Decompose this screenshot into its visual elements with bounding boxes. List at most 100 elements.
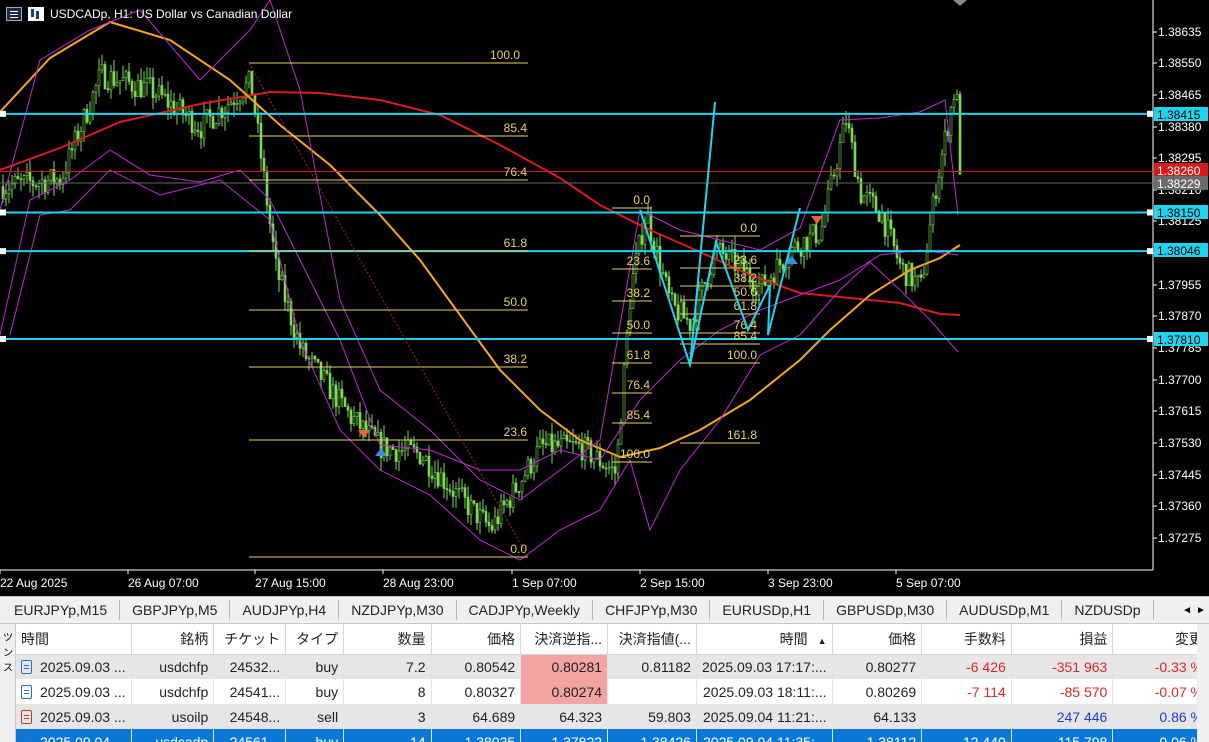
col-volume[interactable]: 数量 xyxy=(343,624,432,655)
candle-body xyxy=(349,409,353,424)
candle-body xyxy=(460,487,464,489)
tab-eurjpy[interactable]: EURJPYp,M15 xyxy=(0,600,121,620)
fib1-level-label: 50.0 xyxy=(504,295,528,309)
line-handle-right[interactable] xyxy=(1147,248,1153,255)
chart-canvas[interactable]: 22 Aug 2025 26 Aug 07:00 27 Aug 15:00 28 Au… xyxy=(0,0,1209,596)
candle-body xyxy=(955,93,959,100)
price-chart[interactable]: 22 Aug 2025 26 Aug 07:00 27 Aug 15:00 28 Au… xyxy=(0,0,1209,596)
col-profit[interactable]: 損益 xyxy=(1011,624,1114,655)
cell-fee xyxy=(921,704,1012,729)
candle-body xyxy=(226,104,230,113)
candle-body xyxy=(874,196,878,212)
candle-body xyxy=(526,458,530,476)
tab-nzdjpy[interactable]: NZDJPYp,M30 xyxy=(339,600,457,620)
fib3-level-label: 85.4 xyxy=(734,329,758,343)
price-axis-label: 1.38550 xyxy=(1158,56,1202,70)
candle-body xyxy=(610,466,614,469)
candle-body xyxy=(472,500,476,504)
candle-body xyxy=(64,172,68,179)
candle-body xyxy=(22,175,26,180)
candle-body xyxy=(541,438,545,444)
line-handle-left[interactable] xyxy=(0,209,6,216)
time-axis-label: 22 Aug 2025 xyxy=(0,576,68,590)
candle-body xyxy=(106,88,110,91)
cell-time-text: 2025.09.04 ... xyxy=(40,733,126,742)
price-tag-label: 1.38046 xyxy=(1157,244,1201,258)
candle-body xyxy=(496,516,500,524)
tab-gbpjpy[interactable]: GBPJPYp,M5 xyxy=(120,600,231,620)
candle-body xyxy=(439,472,443,487)
candle-body xyxy=(607,467,611,470)
tab-scroll-right-icon[interactable]: ► xyxy=(1196,605,1206,616)
candle-body xyxy=(640,235,644,245)
candle-body xyxy=(781,264,785,270)
col-time[interactable]: 時間 xyxy=(16,624,133,655)
candle-body xyxy=(517,491,521,494)
col-type[interactable]: タイプ xyxy=(285,624,345,655)
tab-eurusd[interactable]: EURUSDp,H1 xyxy=(710,600,825,620)
tab-audjpy[interactable]: AUDJPYp,H4 xyxy=(230,600,340,620)
toolbox-side-strip[interactable]: ツンス xyxy=(0,624,16,742)
chart-type-icon[interactable] xyxy=(28,7,44,21)
candle-body xyxy=(394,449,398,462)
menu-icon[interactable] xyxy=(6,7,22,21)
time-axis-label: 3 Sep 23:00 xyxy=(768,576,833,590)
line-handle-left[interactable] xyxy=(0,248,6,255)
cell-price: 0.80327 xyxy=(431,679,522,704)
col-symbol[interactable]: 銘柄 xyxy=(131,624,215,655)
candle-body xyxy=(295,333,299,338)
candle-body xyxy=(880,212,884,222)
fib2-level-label: 50.0 xyxy=(627,318,651,332)
price-axis-label: 1.38635 xyxy=(1158,25,1202,39)
col-price[interactable]: 価格 xyxy=(431,624,522,655)
cell-type: buy xyxy=(285,654,345,679)
tab-audusd[interactable]: AUDUSDp,M1 xyxy=(947,600,1063,620)
tab-scroll-left-icon[interactable]: ◄ xyxy=(1182,605,1192,616)
tab-gbpusd[interactable]: GBPUSDp,M30 xyxy=(824,600,948,620)
candle-body xyxy=(82,108,86,132)
cell-change: 0.06 % xyxy=(1112,729,1209,742)
col-stop-loss[interactable]: 決済逆指... xyxy=(520,624,609,655)
line-handle-right[interactable] xyxy=(1147,335,1153,342)
table-scrollbar[interactable] xyxy=(1197,624,1209,742)
tab-chfjpy[interactable]: CHFJPYp,M30 xyxy=(593,600,711,620)
cell-profit: -351 963 xyxy=(1011,654,1114,679)
candle-body xyxy=(811,224,815,234)
candle-body xyxy=(886,219,890,237)
col-price-current[interactable]: 価格 xyxy=(832,624,923,655)
candle-body xyxy=(310,356,314,359)
tab-nzdusd[interactable]: NZDUSDp xyxy=(1062,600,1154,620)
candle-body xyxy=(859,178,863,204)
cell-type: buy xyxy=(285,729,345,742)
cell-time: 2025.09.03 ... xyxy=(16,704,133,729)
line-handle-left[interactable] xyxy=(0,110,6,117)
col-change[interactable]: 変更 xyxy=(1112,624,1209,655)
table-row[interactable]: 2025.09.04 ... usdcadp 24561... buy 14 1.3803… xyxy=(16,729,1209,742)
cell-time: 2025.09.03 ... xyxy=(16,679,133,704)
col-ticket[interactable]: チケット xyxy=(213,624,287,655)
col-time-current[interactable]: 時間 ▲ xyxy=(696,624,833,655)
tab-cadjpy[interactable]: CADJPYp,Weekly xyxy=(457,600,594,620)
candle-body xyxy=(844,123,848,125)
table-row[interactable]: 2025.09.03 ... usoilp 24548... sell 3 64.689 6… xyxy=(16,704,1209,729)
table-row[interactable]: 2025.09.03 ... usdchfp 24532... buy 7.2 0.805… xyxy=(16,654,1209,679)
line-handle-right[interactable] xyxy=(1147,110,1153,117)
col-take-profit[interactable]: 決済指値(... xyxy=(607,624,697,655)
candle-body xyxy=(355,412,359,417)
col-commission[interactable]: 手数料 xyxy=(921,624,1012,655)
candle-body xyxy=(508,500,512,508)
candle-body xyxy=(808,232,812,251)
candle-body xyxy=(940,154,944,178)
line-handle-right[interactable] xyxy=(1147,209,1153,216)
cell-sl: 0.80274 xyxy=(520,679,609,704)
line-handle-left[interactable] xyxy=(0,335,6,342)
candle-body xyxy=(67,148,71,174)
candle-body xyxy=(664,272,668,278)
table-row[interactable]: 2025.09.03 ... usdchfp 24541... buy 8 0.80327… xyxy=(16,679,1209,704)
candle-body xyxy=(286,301,290,303)
price-axis-label: 1.37530 xyxy=(1158,436,1202,450)
cell-sl: 1.37822 xyxy=(520,729,609,742)
one-click-trading-toggle-icon[interactable] xyxy=(953,0,967,6)
candle-body xyxy=(520,480,524,493)
candle-body xyxy=(376,431,380,436)
